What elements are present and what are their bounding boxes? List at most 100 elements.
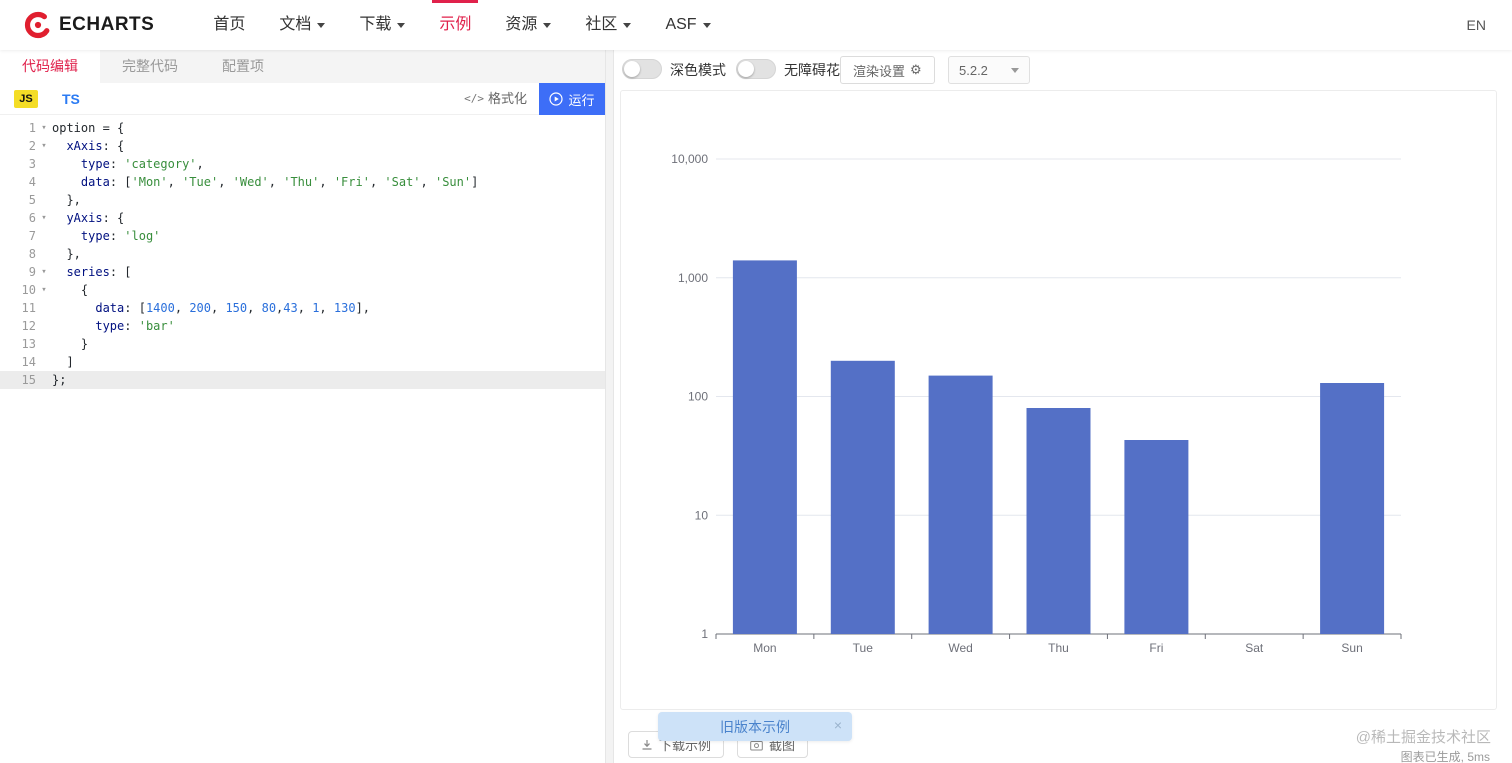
fold-arrow-icon[interactable]: ▾ — [36, 119, 52, 137]
run-label: 运行 — [568, 92, 595, 108]
y-axis-tick-label: 10,000 — [671, 152, 708, 166]
code-editor-panel: 代码编辑 完整代码 配置项 JS TS </> 格式化 运行 1 ▾ option … — [0, 50, 605, 763]
chevron-down-icon — [543, 22, 552, 28]
code-text: type: 'bar' — [95, 319, 175, 333]
fold-arrow-icon[interactable]: ▾ — [36, 209, 52, 227]
nav-item-docs[interactable]: 文档 — [262, 0, 342, 50]
code-text: type: 'category', — [80, 157, 204, 171]
close-icon[interactable]: × — [834, 717, 842, 733]
code-line[interactable]: 1 ▾ option = { — [0, 119, 605, 137]
echarts-example-editor-page: ECHARTS 首页 文档 下载 示例 资源 社区 ASF EN 代码编辑 完整… — [0, 0, 1512, 763]
line-number: 5 — [28, 193, 36, 207]
tab-code-edit[interactable]: 代码编辑 — [0, 50, 100, 83]
line-number: 6 — [28, 211, 36, 225]
line-number: 12 — [21, 319, 36, 333]
bar-Tue[interactable] — [830, 360, 895, 634]
code-line[interactable]: 10 ▾ { — [0, 281, 605, 299]
bar-Wed[interactable] — [928, 375, 993, 634]
tab-full-code[interactable]: 完整代码 — [100, 50, 200, 83]
nav-item-community[interactable]: 社区 — [568, 0, 648, 50]
line-number: 11 — [21, 301, 36, 315]
code-text: series: [ — [66, 265, 132, 279]
code-line[interactable]: 8 }, — [0, 245, 605, 263]
nav-item-label: 资源 — [505, 16, 538, 33]
fold-arrow-icon[interactable]: ▾ — [36, 137, 52, 155]
bar-Thu[interactable] — [1026, 408, 1091, 634]
play-circle-icon — [549, 92, 564, 106]
y-axis-tick-label: 1,000 — [678, 271, 708, 285]
logo-text: ECHARTS — [59, 14, 155, 35]
aria-pattern-toggle[interactable] — [736, 59, 776, 79]
line-number: 10 — [21, 283, 36, 297]
chevron-down-icon — [317, 22, 326, 28]
panel-resize-handle[interactable] — [605, 50, 614, 763]
code-line[interactable]: 11 data: [1400, 200, 150, 80,43, 1, 130]… — [0, 299, 605, 317]
fold-arrow-icon[interactable]: ▾ — [36, 263, 52, 281]
main-nav: 首页 文档 下载 示例 资源 社区 ASF — [196, 0, 727, 50]
chart-preview-card: 10,000 1,000 100 10 1 Mon Tue Wed Thu Fri Sat Sun — [620, 90, 1497, 710]
echarts-logo[interactable]: ECHARTS — [24, 11, 154, 39]
nav-item-label: 首页 — [213, 16, 246, 33]
y-axis-tick-label: 1 — [701, 627, 708, 641]
dark-mode-label: 深色模式 — [670, 62, 726, 78]
chevron-down-icon — [702, 22, 711, 28]
js-lang-badge[interactable]: JS — [14, 90, 38, 108]
editor-tabs: 代码编辑 完整代码 配置项 — [0, 50, 605, 83]
code-text: { — [52, 283, 89, 297]
code-line[interactable]: 9 ▾ series: [ — [0, 263, 605, 281]
old-version-tooltip: 旧版本示例 × — [658, 712, 852, 741]
nav-item-asf[interactable]: ASF — [648, 0, 727, 50]
chevron-down-icon — [1011, 67, 1019, 73]
code-line[interactable]: 6 ▾ yAxis: { — [0, 209, 605, 227]
render-settings-label: 渲染设置 — [853, 63, 906, 79]
code-line[interactable]: 4 data: ['Mon', 'Tue', 'Wed', 'Thu', 'Fr… — [0, 173, 605, 191]
language-switch[interactable]: EN — [1467, 17, 1486, 33]
nav-item-label: 社区 — [585, 16, 618, 33]
nav-item-home[interactable]: 首页 — [196, 0, 262, 50]
code-line[interactable]: 15}; — [0, 371, 605, 389]
chevron-down-icon — [623, 22, 632, 28]
code-line[interactable]: 7 type: 'log' — [0, 227, 605, 245]
code-editor[interactable]: 1 ▾ option = {2 ▾ xAxis: {3 type: 'category… — [0, 115, 605, 763]
code-line[interactable]: 14 ] — [0, 353, 605, 371]
line-number: 3 — [28, 157, 36, 171]
code-line[interactable]: 13 } — [0, 335, 605, 353]
nav-item-examples[interactable]: 示例 — [422, 0, 488, 50]
version-value: 5.2.2 — [959, 62, 988, 78]
old-version-tip-label[interactable]: 旧版本示例 — [720, 717, 790, 737]
code-text: data: [1400, 200, 150, 80,43, 1, 130], — [95, 301, 371, 315]
code-line[interactable]: 2 ▾ xAxis: { — [0, 137, 605, 155]
x-axis-tick-label: Sun — [1341, 641, 1362, 655]
fold-arrow-icon[interactable]: ▾ — [36, 281, 52, 299]
code-line[interactable]: 5 }, — [0, 191, 605, 209]
code-line[interactable]: 12 type: 'bar' — [0, 317, 605, 335]
ts-lang-switch[interactable]: TS — [62, 83, 80, 115]
nav-item-download[interactable]: 下载 — [342, 0, 422, 50]
line-number: 9 — [28, 265, 36, 279]
bar-Fri[interactable] — [1124, 440, 1189, 634]
render-settings-button[interactable]: 渲染设置 ⚙ — [840, 56, 935, 84]
bar-Mon[interactable] — [732, 260, 797, 634]
dark-mode-toggle[interactable] — [622, 59, 662, 79]
version-select[interactable]: 5.2.2 — [948, 56, 1030, 84]
code-text: yAxis: { — [66, 211, 125, 225]
code-line[interactable]: 3 type: 'category', — [0, 155, 605, 173]
run-button[interactable]: 运行 — [539, 83, 605, 115]
line-number: 14 — [21, 355, 36, 369]
format-button[interactable]: </> 格式化 — [464, 83, 527, 115]
nav-item-resources[interactable]: 资源 — [488, 0, 568, 50]
bar-Sun[interactable] — [1320, 383, 1385, 634]
editor-toolbar: JS TS </> 格式化 运行 — [0, 83, 605, 115]
top-nav-bar: ECHARTS 首页 文档 下载 示例 资源 社区 ASF EN — [0, 0, 1512, 50]
nav-item-label: 文档 — [279, 16, 312, 33]
bar-chart-canvas[interactable]: 10,000 1,000 100 10 1 Mon Tue Wed Thu Fri Sat Sun — [621, 91, 1496, 709]
tab-option[interactable]: 配置项 — [200, 50, 286, 83]
x-axis-tick-label: Wed — [948, 641, 972, 655]
